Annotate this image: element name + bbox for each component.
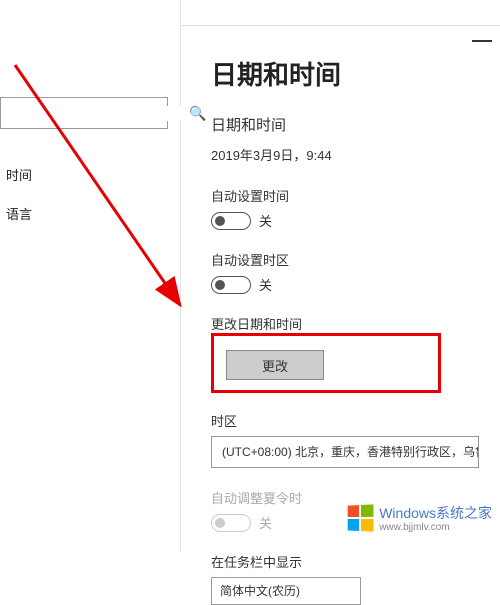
windows-logo-icon <box>348 504 374 531</box>
auto-time-state: 关 <box>259 211 272 230</box>
search-input[interactable] <box>9 106 185 121</box>
current-datetime: 2019年3月9日，9:44 <box>211 145 500 164</box>
dst-state: 关 <box>259 513 272 532</box>
watermark-brand: Windows系统之家 <box>379 505 492 521</box>
timezone-dropdown[interactable]: (UTC+08:00) 北京，重庆，香港特别行政区，乌鲁木 <box>211 436 479 468</box>
auto-timezone-toggle[interactable] <box>211 276 251 294</box>
page-title: 日期和时间 <box>211 55 500 92</box>
search-box[interactable]: 🔍 <box>0 97 168 129</box>
watermark-url: www.bjjmlv.com <box>379 523 492 533</box>
watermark: Windows系统之家 www.bjjmlv.com <box>347 503 492 533</box>
auto-time-toggle[interactable] <box>211 212 251 230</box>
settings-sidebar: 🔍 时间 语言 <box>0 0 181 551</box>
search-icon: 🔍 <box>189 105 206 122</box>
change-button[interactable]: 更改 <box>226 350 324 380</box>
taskbar-format-dropdown[interactable]: 简体中文(农历) <box>211 577 361 605</box>
dst-toggle <box>211 514 251 532</box>
main-content: 日期和时间 日期和时间 2019年3月9日，9:44 自动设置时间 关 自动设置… <box>181 0 500 551</box>
timezone-label: 时区 <box>211 411 500 430</box>
sidebar-item-time[interactable]: 时间 <box>0 155 180 194</box>
highlight-annotation: 更改 <box>211 333 441 393</box>
section-title: 日期和时间 <box>211 114 500 135</box>
sidebar-item-language[interactable]: 语言 <box>0 194 180 233</box>
auto-timezone-label: 自动设置时区 <box>211 250 500 269</box>
taskbar-label: 在任务栏中显示 <box>211 552 500 571</box>
auto-timezone-state: 关 <box>259 275 272 294</box>
auto-time-label: 自动设置时间 <box>211 186 500 205</box>
change-datetime-label: 更改日期和时间 <box>211 314 500 333</box>
